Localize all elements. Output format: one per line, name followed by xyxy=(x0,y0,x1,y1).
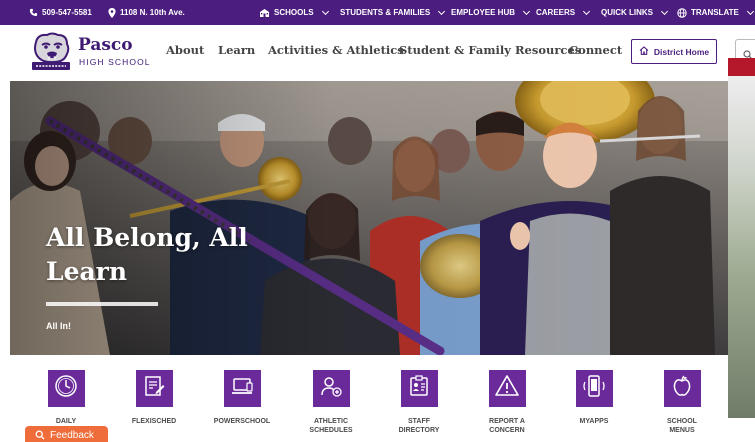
quick-link-daily[interactable]: DAILY xyxy=(31,370,101,426)
warning-icon xyxy=(494,374,520,403)
nav-student-family-resources[interactable]: Student & Family Resources xyxy=(399,43,581,57)
quick-link-label: STAFF DIRECTORY xyxy=(398,418,440,434)
quick-link-tile xyxy=(47,370,85,407)
nav-activities-athletics[interactable]: Activities & Athletics xyxy=(268,43,404,57)
quick-link-tile xyxy=(312,370,350,407)
chevron-down-icon xyxy=(321,7,329,15)
menu-careers[interactable]: CAREERS xyxy=(536,0,591,25)
hero-banner: All Belong, All Learn All In! xyxy=(10,81,728,355)
phone-link[interactable]: 509-547-5581 xyxy=(29,0,92,25)
globe-icon xyxy=(677,7,687,18)
school-name[interactable]: Pasco xyxy=(78,37,133,54)
chevron-down-icon xyxy=(746,7,754,15)
quick-link-tile xyxy=(663,370,701,407)
hero-subtitle: All In! xyxy=(46,321,71,331)
district-home-label: District Home xyxy=(653,46,710,57)
hero-title: All Belong, All Learn xyxy=(46,223,248,286)
quick-link-tile xyxy=(488,370,526,407)
carousel-next-panel xyxy=(728,58,755,418)
nav-about[interactable]: About xyxy=(166,43,204,57)
quick-link-label: SCHOOL MENUS xyxy=(667,418,697,434)
menu-schools[interactable]: SCHOOLS xyxy=(259,0,329,25)
menu-label: QUICK LINKS xyxy=(601,8,653,17)
utility-bar: 509-547-5581 1108 N. 10th Ave. SCHOOLS S… xyxy=(0,0,755,25)
quick-link-myapps[interactable]: MYAPPS xyxy=(559,370,629,426)
menu-students-families[interactable]: STUDENTS & FAMILIES xyxy=(340,0,446,25)
quick-link-athletic-schedules[interactable]: ATHLETIC SCHEDULES xyxy=(296,370,366,435)
quick-link-staff-directory[interactable]: STAFF DIRECTORY xyxy=(384,370,454,435)
quick-link-tile xyxy=(575,370,613,407)
chevron-down-icon xyxy=(583,7,591,15)
feedback-tab[interactable]: Feedback xyxy=(25,426,108,442)
person-add-icon xyxy=(319,374,343,403)
quick-link-flexisched[interactable]: FLEXISCHED xyxy=(119,370,189,426)
district-home-button[interactable]: District Home xyxy=(631,39,717,64)
quick-link-tile xyxy=(223,370,261,407)
quick-link-label: MYAPPS xyxy=(579,418,609,425)
clock-icon xyxy=(54,374,78,403)
phone-icon xyxy=(29,8,38,17)
quick-link-tile xyxy=(400,370,438,407)
quick-link-report-concern[interactable]: REPORT A CONCERN xyxy=(472,370,542,435)
chevron-down-icon xyxy=(522,7,531,15)
apple-icon xyxy=(670,374,694,403)
quick-link-label: FLEXISCHED xyxy=(131,418,177,425)
hero-divider xyxy=(46,302,158,306)
school-building-icon xyxy=(259,8,270,17)
chevron-down-icon xyxy=(660,7,669,15)
nav-connect[interactable]: Connect xyxy=(569,43,622,57)
id-card-icon xyxy=(407,374,431,403)
bulldog-logo[interactable] xyxy=(30,32,72,72)
phone-number: 509-547-5581 xyxy=(42,8,92,17)
map-pin-icon xyxy=(108,7,116,18)
quick-link-label: REPORT A CONCERN xyxy=(489,418,525,434)
menu-employee-hub[interactable]: EMPLOYEE HUB xyxy=(451,0,531,25)
quick-link-label: ATHLETIC SCHEDULES xyxy=(309,418,353,434)
home-icon xyxy=(639,46,649,57)
quick-link-label: POWERSCHOOL xyxy=(213,418,271,425)
menu-label: CAREERS xyxy=(536,8,576,17)
schedule-icon xyxy=(142,374,166,403)
menu-label: SCHOOLS xyxy=(274,8,314,17)
address-text: 1108 N. 10th Ave. xyxy=(120,8,185,17)
quick-link-label: DAILY xyxy=(55,418,77,425)
feedback-label: Feedback xyxy=(50,430,94,441)
chevron-down-icon xyxy=(438,7,446,15)
nav-learn[interactable]: Learn xyxy=(218,43,255,57)
menu-label: STUDENTS & FAMILIES xyxy=(340,8,431,17)
quick-link-tile xyxy=(135,370,173,407)
menu-label: EMPLOYEE HUB xyxy=(451,8,516,17)
quick-link-school-menus[interactable]: SCHOOL MENUS xyxy=(647,370,717,435)
phone-icon xyxy=(581,374,607,403)
laptop-icon xyxy=(230,374,254,403)
menu-label: TRANSLATE xyxy=(691,8,739,17)
menu-quick-links[interactable]: QUICK LINKS xyxy=(601,0,669,25)
hero-photo xyxy=(10,81,728,355)
site-header: Pasco HIGH SCHOOL About Learn Activities… xyxy=(0,25,755,81)
address-link[interactable]: 1108 N. 10th Ave. xyxy=(108,0,185,25)
menu-translate[interactable]: TRANSLATE xyxy=(677,0,754,25)
quick-link-powerschool[interactable]: POWERSCHOOL xyxy=(207,370,277,426)
school-subtitle: HIGH SCHOOL xyxy=(79,57,151,67)
search-icon xyxy=(35,430,45,442)
